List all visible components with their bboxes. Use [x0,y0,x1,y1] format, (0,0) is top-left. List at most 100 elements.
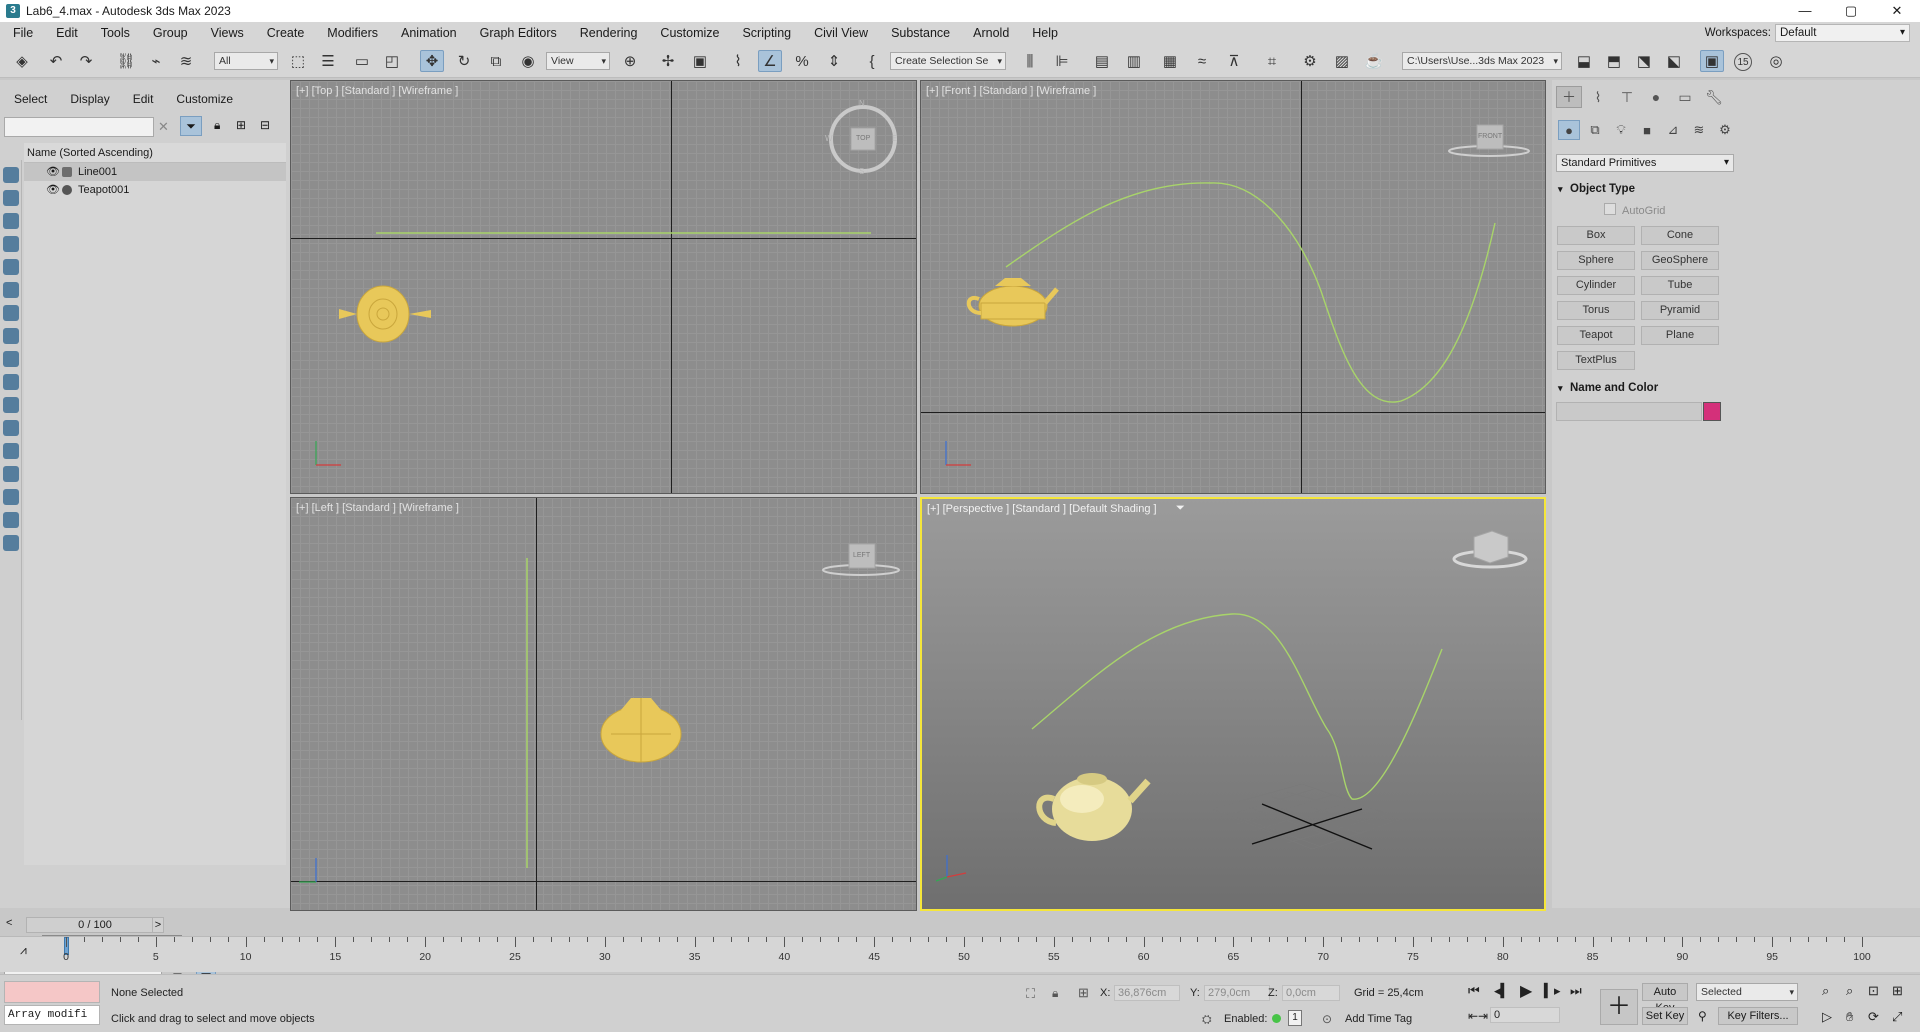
spacewarps-category-icon[interactable]: ≋ [1688,120,1710,140]
selection-filter-dropdown[interactable]: All [214,52,278,70]
clear-search-icon[interactable]: ✕ [158,119,169,135]
menu-substance[interactable]: Substance [878,22,960,44]
display-tab-icon[interactable]: ▭ [1672,86,1698,108]
modify-tab-icon[interactable]: ⌇ [1585,86,1611,108]
close-button[interactable]: ✕ [1874,0,1920,22]
reference-coordinate-dropdown[interactable]: View [546,52,610,70]
local-edit-icon[interactable]: ⬕ [1662,50,1686,72]
rectangular-selection-icon[interactable]: ▭ [350,50,374,72]
viewcube-face-label[interactable]: LEFT [853,552,870,559]
group-filter-icon[interactable] [3,305,19,321]
teapot-button[interactable]: Teapot [1557,326,1635,345]
select-object-icon[interactable]: ⬚ [286,50,310,72]
explorer-options-icon[interactable] [3,535,19,551]
pivot-center-icon[interactable]: ⊕ [618,50,642,72]
layer-explorer-icon[interactable]: ▥ [1122,50,1146,72]
time-slider[interactable]: 0 / 100 [26,917,164,933]
select-and-move-icon[interactable]: ✥ [420,50,444,72]
workspace-dropdown[interactable]: Default [1775,24,1910,42]
sphere-button[interactable]: Sphere [1557,251,1635,270]
named-selection-edit-icon[interactable]: { [860,50,884,72]
menu-animation[interactable]: Animation [388,22,467,44]
object-color-swatch[interactable] [1703,402,1721,421]
menu-arnold[interactable]: Arnold [960,22,1019,44]
go-to-end-icon[interactable]: ⏭ [1570,983,1582,999]
frozen-filter-icon[interactable] [3,397,19,413]
viewcube-face-label[interactable]: FRONT [1478,133,1502,140]
spacewarp-filter-icon[interactable] [3,282,19,298]
current-frame-field[interactable]: 0 [1490,1007,1560,1023]
adaptive-degradation-icon[interactable]: ⛭ [1202,1012,1212,1027]
helper-filter-icon[interactable] [3,259,19,275]
cameras-category-icon[interactable]: ■ [1636,120,1658,140]
create-tab-icon[interactable]: ＋ [1556,86,1582,108]
layer-sort-icon[interactable]: ⊟ [260,118,270,132]
go-to-start-icon[interactable]: ⏮ [1468,983,1480,999]
add-time-tag[interactable]: Add Time Tag [1345,1013,1412,1025]
auto-key-button[interactable]: Auto Key [1642,983,1688,1014]
material-editor-icon[interactable]: ⌗ [1260,50,1284,72]
bone-filter-icon[interactable] [3,351,19,367]
zoom-icon[interactable]: ⌕ [1822,983,1829,999]
unlink-icon[interactable]: ⌁ [144,50,168,72]
geosphere-button[interactable]: GeoSphere [1641,251,1719,270]
select-manipulate-icon[interactable]: ✢ [656,50,680,72]
maximize-button[interactable]: ▢ [1828,0,1874,22]
lights-category-icon[interactable]: 💡︎ [1610,120,1632,140]
open-explorer-icon[interactable]: ⬓ [1572,50,1596,72]
pan-icon[interactable]: ✋︎ [1846,1009,1853,1025]
explorer-tab-customize[interactable]: Customize [162,92,242,106]
filter-icon[interactable]: ⏷ [180,116,202,136]
y-coordinate-field[interactable]: 279,0cm [1204,985,1270,1001]
tube-button[interactable]: Tube [1641,276,1719,295]
viewport-left[interactable]: [+] [Left ] [Standard ] [Wireframe ] LEF… [290,497,917,911]
explorer-tab-edit[interactable]: Edit [119,92,163,106]
track-bar[interactable]: ⩘ 0 5 10 15 20 25 30 35 40 45 50 55 60 65 70 75 80 85 90 95… [0,936,1920,972]
render-setup-icon[interactable]: ⚙ [1298,50,1322,72]
menu-edit[interactable]: Edit [43,22,88,44]
list-item[interactable]: 👁︎ Line001 [24,163,286,181]
object-category-dropdown[interactable]: Standard Primitives [1556,154,1734,172]
z-coordinate-field[interactable]: 0,0cm [1282,985,1340,1001]
hierarchy-icon[interactable]: ⊞ [236,118,246,132]
zoom-extents-icon[interactable]: ⊡ [1868,983,1879,999]
x-coordinate-field[interactable]: 36,876cm [1114,985,1180,1001]
menu-views[interactable]: Views [198,22,254,44]
list-item[interactable]: 👁︎ Teapot001 [24,181,286,199]
lock-icon[interactable]: 🔒︎ [214,118,220,133]
viewport-layout-icon[interactable]: ▣ [1700,50,1724,72]
geometry-category-icon[interactable]: ● [1558,120,1580,140]
zoom-all-icon[interactable]: ⌕ [1846,983,1853,999]
autogrid-checkbox[interactable]: AutoGrid [1604,203,1665,217]
object-name-field[interactable] [1556,402,1702,421]
maxscript-listener-input[interactable] [4,981,100,1003]
viewcube-face-label[interactable]: TOP [856,135,870,142]
key-filters-button[interactable]: Key Filters... [1718,1007,1798,1025]
display-all-icon[interactable] [3,443,19,459]
orbit-icon[interactable]: ⟳ [1868,1009,1879,1025]
maximize-viewport-icon[interactable]: ⤢ [1892,1009,1902,1025]
key-mode-toggle-icon[interactable]: ⇤⇥ [1468,1009,1488,1023]
menu-file[interactable]: File [0,22,43,44]
name-color-rollout-header[interactable]: Name and Color [1554,379,1726,397]
menu-customize[interactable]: Customize [647,22,729,44]
hierarchy-tab-icon[interactable]: ⊤ [1614,86,1640,108]
redo-icon[interactable]: ↷ [74,50,98,72]
time-tag-icon[interactable]: ⊙ [1322,1012,1332,1026]
select-and-place-icon[interactable]: ◉ [516,50,540,72]
set-key-button[interactable]: Set Key [1642,1007,1688,1025]
time-prev-arrow[interactable]: < [6,917,12,929]
menu-rendering[interactable]: Rendering [567,22,648,44]
filter-toggle-icon[interactable] [3,512,19,528]
align-icon[interactable]: ⊫ [1050,50,1074,72]
visibility-eye-icon[interactable]: 👁︎ [46,163,60,181]
explorer-search-input[interactable] [4,117,154,137]
curve-editor-mini-icon[interactable]: ⩘ [20,943,27,958]
time-next-arrow[interactable]: > [152,917,164,933]
torus-button[interactable]: Torus [1557,301,1635,320]
render-production-icon[interactable]: ☕ [1362,50,1386,72]
light-filter-icon[interactable] [3,213,19,229]
mirror-icon[interactable]: ⫼ [1018,50,1042,72]
explorer-tab-display[interactable]: Display [56,92,118,106]
zoom-extents-all-icon[interactable]: ⊞ [1892,983,1903,999]
